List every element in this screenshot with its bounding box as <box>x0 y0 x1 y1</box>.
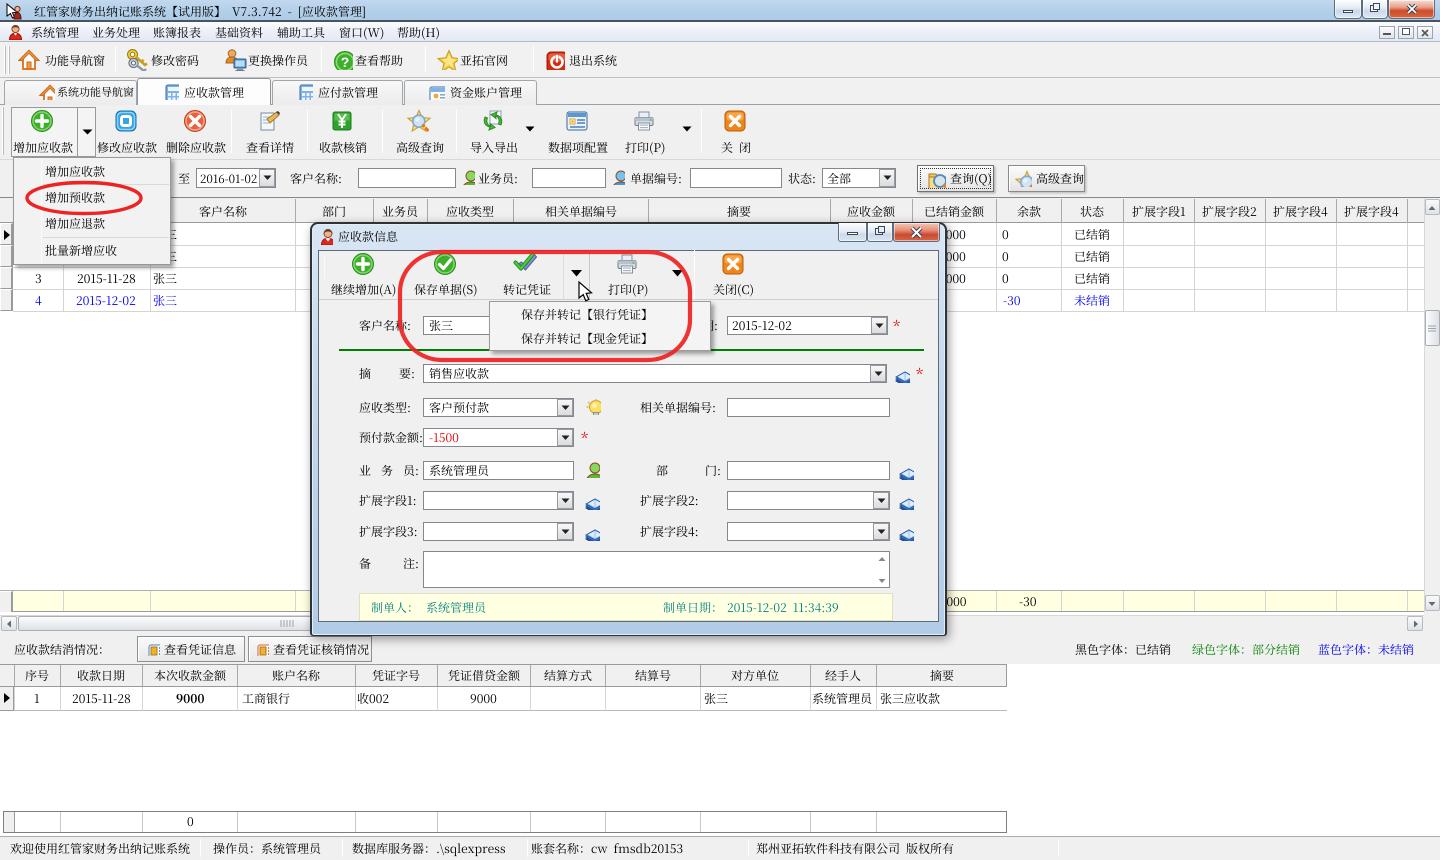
svg-text:?: ? <box>341 54 350 70</box>
